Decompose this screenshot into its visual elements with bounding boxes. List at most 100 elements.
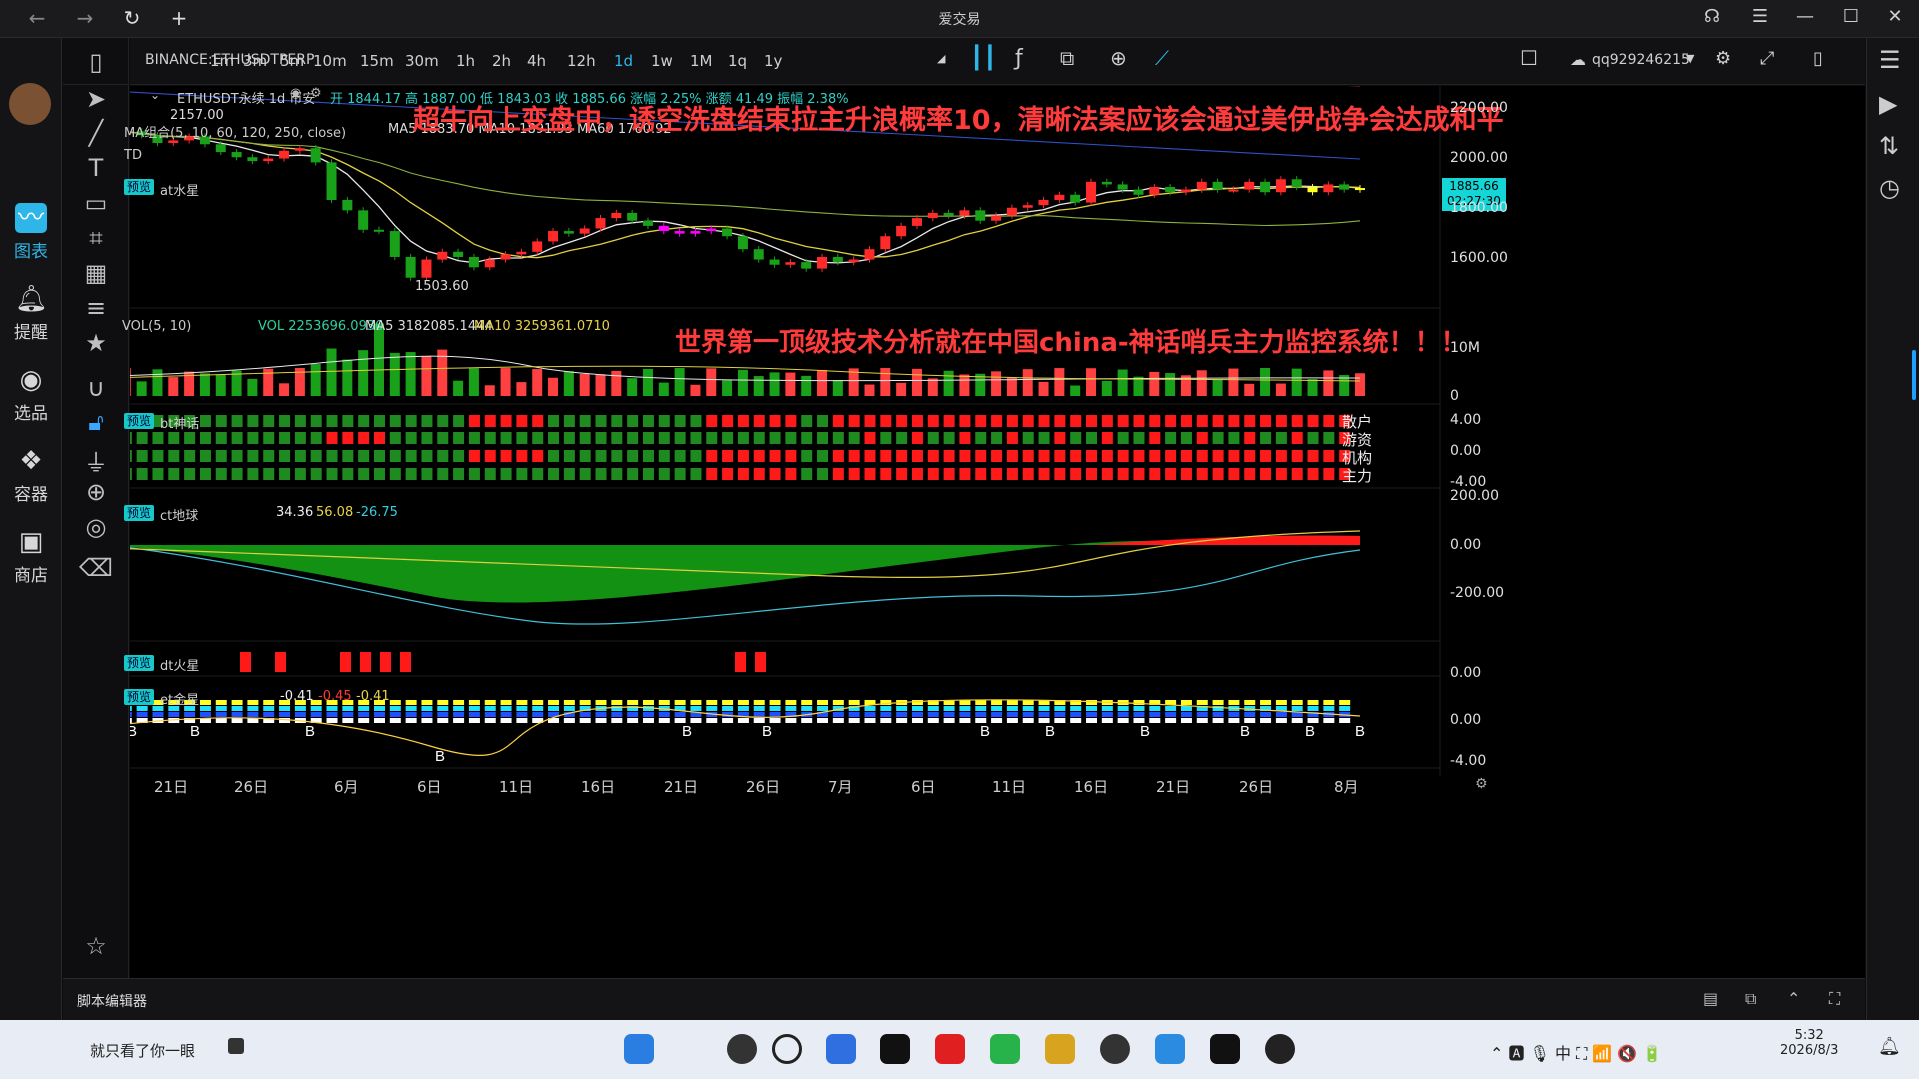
app-icon[interactable]: [727, 1034, 757, 1064]
close-icon[interactable]: ✕: [1880, 6, 1910, 27]
panel-toggle-icon[interactable]: ▯: [1813, 48, 1823, 69]
magnet-icon[interactable]: ∪: [63, 374, 129, 402]
indicators-icon[interactable]: ƒ: [1015, 46, 1023, 71]
timeframe-4h[interactable]: 4h: [527, 52, 546, 70]
filter-icon[interactable]: ⏚: [63, 443, 129, 478]
low-marker: 1503.60: [415, 279, 469, 294]
cloud-icon[interactable]: ☁: [1570, 50, 1586, 69]
bt-cell: [500, 450, 512, 462]
timeframe-1y[interactable]: 1y: [764, 52, 782, 70]
expand-up-icon[interactable]: ⌃: [1787, 989, 1800, 1008]
favorite-icon[interactable]: ☆: [63, 932, 129, 960]
eye-icon[interactable]: ◉: [290, 86, 301, 101]
nav-alerts[interactable]: 🔔︎ 提醒: [0, 284, 62, 343]
nav-screener[interactable]: ◉ 选品: [0, 365, 62, 424]
timeframe-1d[interactable]: 1d: [614, 52, 633, 70]
scrollbar[interactable]: [1912, 350, 1916, 400]
timeframe-5m[interactable]: 5m: [280, 52, 304, 70]
timeframe-dropdown-icon[interactable]: ◢: [937, 52, 945, 65]
timeframe-1m[interactable]: 1m: [210, 52, 234, 70]
nav-container[interactable]: ❖ 容器: [0, 446, 62, 505]
sort-icon[interactable]: ⇅: [1879, 132, 1899, 160]
script-editor-tab[interactable]: 脚本编辑器: [77, 991, 147, 1011]
bt-cell: [247, 468, 259, 480]
windows-start-icon[interactable]: [624, 1034, 654, 1064]
y-tick: 1600.00: [1450, 250, 1508, 266]
timeframe-1q[interactable]: 1q: [728, 52, 747, 70]
app-icon[interactable]: [1155, 1034, 1185, 1064]
collapse-icon[interactable]: ⌄: [150, 88, 160, 102]
alert-add-icon[interactable]: ⊕: [1110, 46, 1127, 70]
qq-icon[interactable]: [1265, 1034, 1295, 1064]
user-account[interactable]: qq929246215: [1592, 52, 1690, 68]
maximize-panel-icon[interactable]: ⛶: [1829, 989, 1840, 1009]
target-icon[interactable]: ⊕: [63, 478, 129, 506]
et-stripe: [484, 706, 496, 711]
hide-icon[interactable]: ◎: [63, 513, 129, 541]
et-stripe: [911, 706, 923, 711]
save-icon[interactable]: ▤: [1703, 989, 1718, 1008]
browser-icon[interactable]: [990, 1034, 1020, 1064]
bt-cell: [1212, 432, 1224, 444]
menu-icon[interactable]: ☰: [1745, 6, 1775, 27]
candles-icon[interactable]: ┃┃: [970, 46, 997, 71]
eraser-icon[interactable]: ⌫: [63, 554, 129, 582]
timeframe-3m[interactable]: 3m: [243, 52, 267, 70]
bt-cell: [1244, 468, 1256, 480]
trendline-icon[interactable]: ╱: [63, 119, 129, 147]
tray-icons[interactable]: ⌃ 🅰 🎙 中 ⛶ 📶 🔇 🔋: [1490, 1040, 1662, 1064]
volume-bar: [326, 348, 337, 396]
play-icon[interactable]: ▶: [1879, 90, 1897, 118]
chevron-down-icon[interactable]: ▼: [1686, 52, 1694, 65]
fullscreen-icon[interactable]: ⤢: [1760, 48, 1774, 69]
et-stripe: [405, 706, 417, 711]
nav-shop[interactable]: ▣ 商店: [0, 527, 62, 586]
lock-icon[interactable]: 🔓︎: [63, 408, 129, 436]
compare-icon[interactable]: ⧉: [1060, 46, 1074, 70]
news-widget[interactable]: 就只看了你一眼: [90, 1040, 195, 1061]
wps-icon[interactable]: [935, 1034, 965, 1064]
search-icon[interactable]: [772, 1034, 802, 1064]
maximize-icon[interactable]: ☐: [1836, 6, 1866, 27]
grid-icon[interactable]: ▦: [63, 259, 129, 287]
clock-icon[interactable]: ◷: [1879, 174, 1900, 202]
timeframe-1M[interactable]: 1M: [690, 52, 713, 70]
window-icon[interactable]: ☐: [1520, 46, 1538, 70]
timeframe-15m[interactable]: 15m: [360, 52, 394, 70]
timeframe-1w[interactable]: 1w: [651, 52, 673, 70]
star-icon[interactable]: ★: [63, 329, 129, 357]
minimize-icon[interactable]: —: [1790, 6, 1820, 27]
timeframe-1h[interactable]: 1h: [456, 52, 475, 70]
text-icon[interactable]: T: [63, 154, 129, 182]
avatar[interactable]: [9, 83, 51, 125]
app-icon[interactable]: [1210, 1034, 1240, 1064]
settings-icon[interactable]: ⚙: [310, 86, 322, 101]
lines-icon[interactable]: ≡: [63, 294, 129, 322]
headset-icon[interactable]: ☊: [1697, 6, 1727, 27]
chart-canvas[interactable]: B B B B B B B B B B B B: [130, 86, 1865, 978]
draw-line-icon[interactable]: ⟋: [1155, 46, 1169, 70]
crop-icon[interactable]: ⌗: [63, 224, 129, 252]
clock[interactable]: 5:32 2026/8/3: [1780, 1028, 1838, 1058]
cursor-icon[interactable]: ➤: [63, 85, 129, 113]
timeframe-12h[interactable]: 12h: [567, 52, 596, 70]
timeframe-2h[interactable]: 2h: [492, 52, 511, 70]
export-icon[interactable]: ⧉: [1745, 989, 1756, 1009]
list-icon[interactable]: ☰: [1879, 46, 1901, 74]
bt-cell: [231, 432, 243, 444]
timeframe-10m[interactable]: 10m: [313, 52, 347, 70]
settings-icon[interactable]: ⚙: [1715, 48, 1731, 69]
app-icon[interactable]: [826, 1034, 856, 1064]
layout-toggle-icon[interactable]: ▯: [63, 38, 129, 85]
tiktok-icon[interactable]: [880, 1034, 910, 1064]
rectangle-icon[interactable]: ▭: [63, 189, 129, 217]
et-stripe: [627, 712, 639, 717]
app-icon[interactable]: [1045, 1034, 1075, 1064]
app-icon[interactable]: [1100, 1034, 1130, 1064]
chart-area[interactable]: BBBBBBBBBBBB ⌄ ETHUSDT永续 1d 币安 ◉ ⚙ 开 184…: [122, 86, 1865, 978]
timeframe-30m[interactable]: 30m: [405, 52, 439, 70]
notification-icon[interactable]: 🔔︎: [1878, 1036, 1901, 1057]
axis-settings-icon[interactable]: ⚙: [1475, 776, 1488, 792]
nav-chart[interactable]: 〰 图表: [0, 203, 62, 262]
bt-cell: [658, 450, 670, 462]
